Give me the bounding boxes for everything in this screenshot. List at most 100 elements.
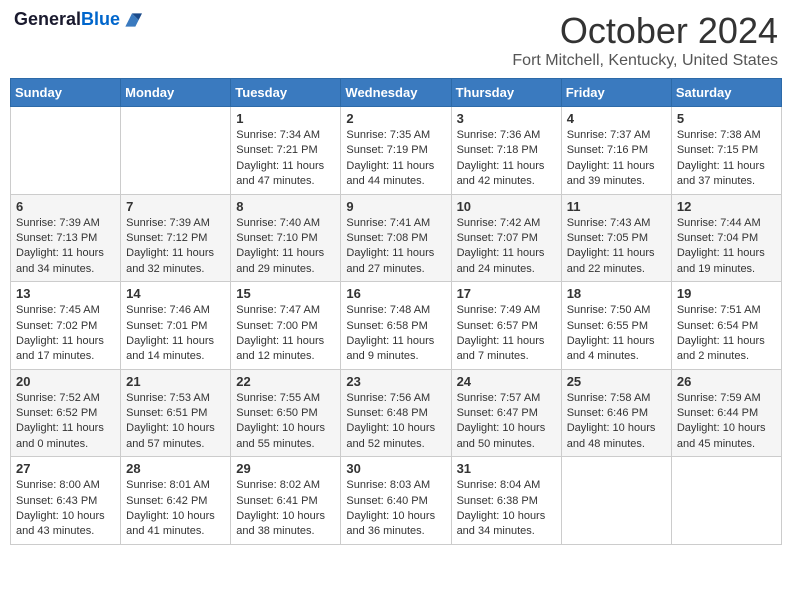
calendar-cell: 23 Sunrise: 7:56 AMSunset: 6:48 PMDayligh…: [341, 369, 451, 457]
calendar-cell: 13 Sunrise: 7:45 AMSunset: 7:02 PMDayligh…: [11, 282, 121, 370]
day-info: Sunrise: 7:51 AMSunset: 6:54 PMDaylight:…: [677, 303, 776, 365]
day-number: 15: [236, 286, 335, 301]
day-info: Sunrise: 7:34 AMSunset: 7:21 PMDaylight:…: [236, 128, 335, 190]
day-info: Sunrise: 8:04 AMSunset: 6:38 PMDaylight:…: [457, 478, 556, 540]
day-number: 2: [346, 111, 445, 126]
calendar-week-row: 27 Sunrise: 8:00 AMSunset: 6:43 PMDayligh…: [11, 457, 782, 545]
calendar-cell: 22 Sunrise: 7:55 AMSunset: 6:50 PMDayligh…: [231, 369, 341, 457]
location: Fort Mitchell, Kentucky, United States: [512, 52, 778, 70]
day-info: Sunrise: 7:44 AMSunset: 7:04 PMDaylight:…: [677, 216, 776, 278]
day-info: Sunrise: 7:52 AMSunset: 6:52 PMDaylight:…: [16, 391, 115, 453]
day-number: 20: [16, 374, 115, 389]
calendar-cell: 9 Sunrise: 7:41 AMSunset: 7:08 PMDaylight…: [341, 194, 451, 282]
day-info: Sunrise: 7:38 AMSunset: 7:15 PMDaylight:…: [677, 128, 776, 190]
day-number: 12: [677, 199, 776, 214]
day-info: Sunrise: 7:40 AMSunset: 7:10 PMDaylight:…: [236, 216, 335, 278]
calendar-cell: 4 Sunrise: 7:37 AMSunset: 7:16 PMDaylight…: [561, 107, 671, 195]
calendar-cell: 28 Sunrise: 8:01 AMSunset: 6:42 PMDayligh…: [121, 457, 231, 545]
day-info: Sunrise: 7:37 AMSunset: 7:16 PMDaylight:…: [567, 128, 666, 190]
day-info: Sunrise: 7:42 AMSunset: 7:07 PMDaylight:…: [457, 216, 556, 278]
calendar-cell: 3 Sunrise: 7:36 AMSunset: 7:18 PMDaylight…: [451, 107, 561, 195]
day-number: 9: [346, 199, 445, 214]
day-info: Sunrise: 7:53 AMSunset: 6:51 PMDaylight:…: [126, 391, 225, 453]
calendar-cell: [11, 107, 121, 195]
day-number: 24: [457, 374, 556, 389]
calendar-cell: 25 Sunrise: 7:58 AMSunset: 6:46 PMDayligh…: [561, 369, 671, 457]
day-info: Sunrise: 7:55 AMSunset: 6:50 PMDaylight:…: [236, 391, 335, 453]
logo-text: GeneralBlue: [14, 10, 120, 30]
day-number: 26: [677, 374, 776, 389]
day-number: 19: [677, 286, 776, 301]
day-number: 17: [457, 286, 556, 301]
day-info: Sunrise: 8:02 AMSunset: 6:41 PMDaylight:…: [236, 478, 335, 540]
calendar-header-row: SundayMondayTuesdayWednesdayThursdayFrid…: [11, 79, 782, 107]
weekday-header-friday: Friday: [561, 79, 671, 107]
weekday-header-thursday: Thursday: [451, 79, 561, 107]
calendar-cell: 21 Sunrise: 7:53 AMSunset: 6:51 PMDayligh…: [121, 369, 231, 457]
calendar-cell: 2Sunrise: 7:35 AMSunset: 7:19 PMDaylight…: [341, 107, 451, 195]
weekday-header-saturday: Saturday: [671, 79, 781, 107]
calendar-week-row: 1 Sunrise: 7:34 AMSunset: 7:21 PMDaylight…: [11, 107, 782, 195]
weekday-header-wednesday: Wednesday: [341, 79, 451, 107]
day-info: Sunrise: 7:41 AMSunset: 7:08 PMDaylight:…: [346, 216, 445, 278]
calendar-cell: 20 Sunrise: 7:52 AMSunset: 6:52 PMDayligh…: [11, 369, 121, 457]
calendar-cell: 8Sunrise: 7:40 AMSunset: 7:10 PMDaylight…: [231, 194, 341, 282]
day-info: Sunrise: 8:00 AMSunset: 6:43 PMDaylight:…: [16, 478, 115, 540]
day-number: 30: [346, 461, 445, 476]
page-header: GeneralBlue October 2024 Fort Mitchell, …: [10, 10, 782, 70]
day-number: 11: [567, 199, 666, 214]
day-number: 22: [236, 374, 335, 389]
day-info: Sunrise: 7:39 AMSunset: 7:12 PMDaylight:…: [126, 216, 225, 278]
calendar-cell: [121, 107, 231, 195]
day-number: 13: [16, 286, 115, 301]
day-info: Sunrise: 7:50 AMSunset: 6:55 PMDaylight:…: [567, 303, 666, 365]
calendar-cell: 24Sunrise: 7:57 AMSunset: 6:47 PMDayligh…: [451, 369, 561, 457]
day-info: Sunrise: 7:36 AMSunset: 7:18 PMDaylight:…: [457, 128, 556, 190]
day-number: 31: [457, 461, 556, 476]
calendar-cell: 18Sunrise: 7:50 AMSunset: 6:55 PMDayligh…: [561, 282, 671, 370]
day-number: 5: [677, 111, 776, 126]
weekday-header-tuesday: Tuesday: [231, 79, 341, 107]
calendar-cell: 31 Sunrise: 8:04 AMSunset: 6:38 PMDayligh…: [451, 457, 561, 545]
calendar-cell: 11 Sunrise: 7:43 AMSunset: 7:05 PMDayligh…: [561, 194, 671, 282]
day-number: 3: [457, 111, 556, 126]
day-info: Sunrise: 8:01 AMSunset: 6:42 PMDaylight:…: [126, 478, 225, 540]
calendar-cell: 7 Sunrise: 7:39 AMSunset: 7:12 PMDaylight…: [121, 194, 231, 282]
day-info: Sunrise: 7:56 AMSunset: 6:48 PMDaylight:…: [346, 391, 445, 453]
day-info: Sunrise: 7:59 AMSunset: 6:44 PMDaylight:…: [677, 391, 776, 453]
day-number: 10: [457, 199, 556, 214]
day-info: Sunrise: 7:58 AMSunset: 6:46 PMDaylight:…: [567, 391, 666, 453]
month-title: October 2024: [512, 10, 778, 52]
day-number: 4: [567, 111, 666, 126]
day-info: Sunrise: 7:39 AMSunset: 7:13 PMDaylight:…: [16, 216, 115, 278]
day-number: 27: [16, 461, 115, 476]
weekday-header-monday: Monday: [121, 79, 231, 107]
day-number: 7: [126, 199, 225, 214]
day-info: Sunrise: 7:46 AMSunset: 7:01 PMDaylight:…: [126, 303, 225, 365]
title-block: October 2024 Fort Mitchell, Kentucky, Un…: [512, 10, 778, 70]
day-info: Sunrise: 8:03 AMSunset: 6:40 PMDaylight:…: [346, 478, 445, 540]
day-number: 23: [346, 374, 445, 389]
calendar-cell: 12 Sunrise: 7:44 AMSunset: 7:04 PMDayligh…: [671, 194, 781, 282]
calendar-cell: [561, 457, 671, 545]
day-number: 6: [16, 199, 115, 214]
day-info: Sunrise: 7:49 AMSunset: 6:57 PMDaylight:…: [457, 303, 556, 365]
day-number: 1: [236, 111, 335, 126]
day-number: 21: [126, 374, 225, 389]
day-number: 14: [126, 286, 225, 301]
day-info: Sunrise: 7:45 AMSunset: 7:02 PMDaylight:…: [16, 303, 115, 365]
calendar-cell: 5 Sunrise: 7:38 AMSunset: 7:15 PMDaylight…: [671, 107, 781, 195]
calendar-table: SundayMondayTuesdayWednesdayThursdayFrid…: [10, 78, 782, 545]
calendar-week-row: 13 Sunrise: 7:45 AMSunset: 7:02 PMDayligh…: [11, 282, 782, 370]
calendar-week-row: 6 Sunrise: 7:39 AMSunset: 7:13 PMDaylight…: [11, 194, 782, 282]
calendar-cell: 19 Sunrise: 7:51 AMSunset: 6:54 PMDayligh…: [671, 282, 781, 370]
logo-icon: [122, 10, 142, 30]
calendar-cell: 29Sunrise: 8:02 AMSunset: 6:41 PMDayligh…: [231, 457, 341, 545]
calendar-week-row: 20 Sunrise: 7:52 AMSunset: 6:52 PMDayligh…: [11, 369, 782, 457]
calendar-cell: 16Sunrise: 7:48 AMSunset: 6:58 PMDayligh…: [341, 282, 451, 370]
calendar-cell: [671, 457, 781, 545]
day-number: 28: [126, 461, 225, 476]
day-info: Sunrise: 7:43 AMSunset: 7:05 PMDaylight:…: [567, 216, 666, 278]
day-number: 25: [567, 374, 666, 389]
calendar-cell: 17 Sunrise: 7:49 AMSunset: 6:57 PMDayligh…: [451, 282, 561, 370]
